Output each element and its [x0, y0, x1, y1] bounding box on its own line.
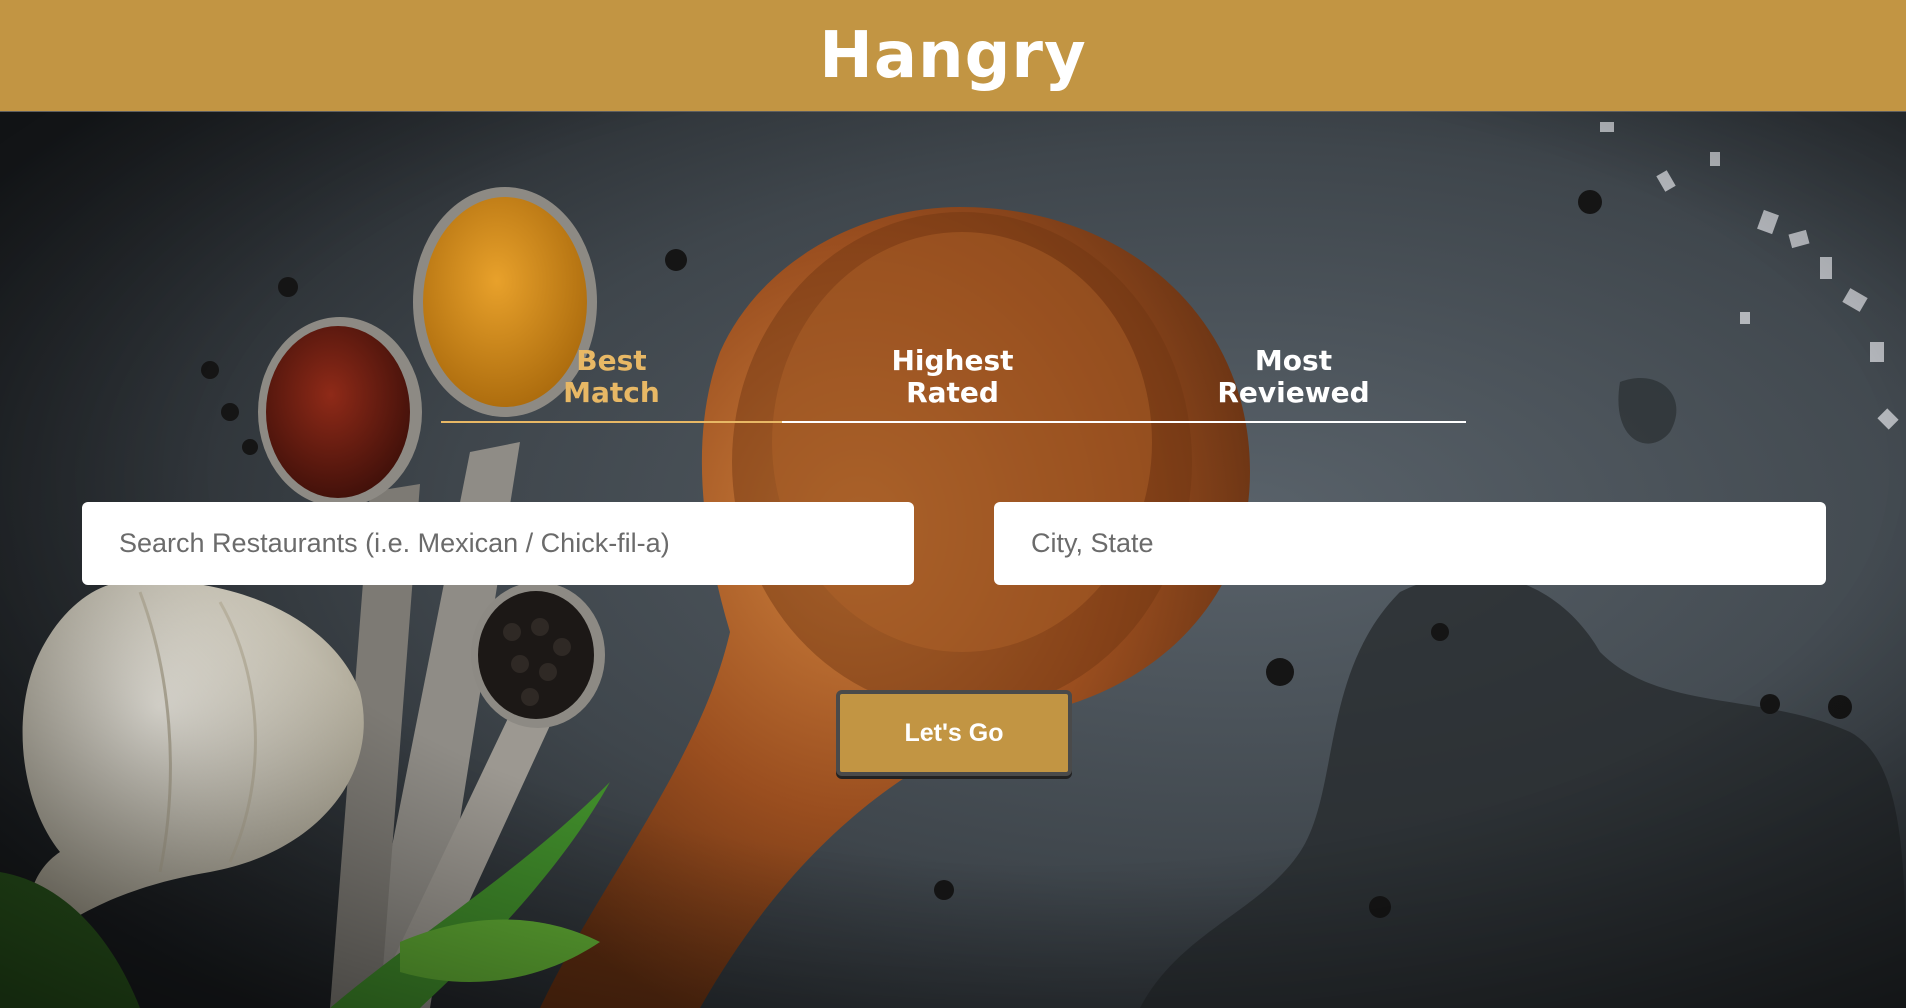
tab-label-line: Rated	[906, 376, 999, 409]
tab-highest-rated[interactable]: Highest Rated	[782, 345, 1123, 421]
tab-label-line: Highest	[891, 344, 1014, 377]
search-restaurants-input[interactable]	[82, 502, 914, 585]
lets-go-button[interactable]: Let's Go	[836, 690, 1072, 776]
tab-most-reviewed[interactable]: Most Reviewed	[1123, 345, 1464, 421]
location-input[interactable]	[994, 502, 1826, 585]
sort-tabs: Best Match Highest Rated Most Reviewed	[441, 345, 1466, 423]
app-title: Hangry	[819, 18, 1087, 93]
tab-best-match[interactable]: Best Match	[441, 344, 782, 423]
tab-label-line: Match	[563, 376, 660, 409]
tab-label-line: Best	[576, 344, 647, 377]
app-header: Hangry	[0, 0, 1906, 112]
tab-label-line: Reviewed	[1217, 376, 1370, 409]
tab-label-line: Most	[1254, 344, 1333, 377]
